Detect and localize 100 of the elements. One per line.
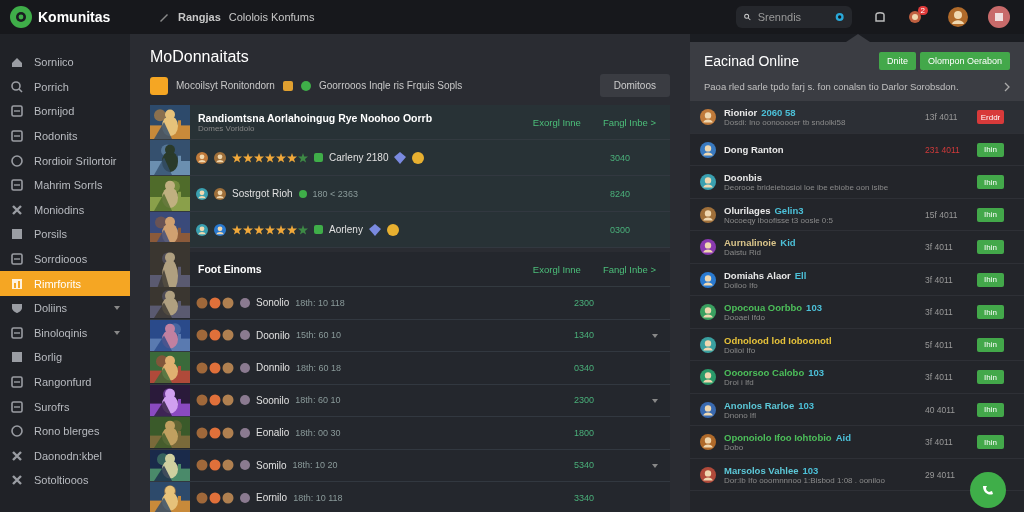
player-name: Domiahs Alaor	[724, 269, 791, 281]
row-detail: 18th: 10 118	[293, 492, 343, 503]
sidebar-item[interactable]: Binoloqinis	[0, 320, 130, 346]
square-icon	[10, 350, 24, 365]
search-icon	[744, 12, 751, 22]
shield-icon	[10, 301, 24, 316]
search-field[interactable]: Srenndis	[736, 6, 852, 28]
time-label: 3f 4011	[925, 274, 954, 285]
avatar-icon	[700, 141, 716, 158]
avatar-icon	[196, 223, 208, 236]
row-value: 0340	[574, 362, 596, 373]
sidebar-item[interactable]: Rordioir Srilortoir	[0, 148, 130, 173]
player-status: Dor:Ib Ifo ooomnnnoo 1:Bisbod 1:08 . ooniloo	[724, 475, 886, 485]
avatar-icon	[948, 7, 968, 27]
row-detail: 18th: 10 20	[292, 460, 338, 471]
avatar-icon	[214, 187, 226, 200]
player-tag: Aid	[835, 432, 851, 444]
search-icon	[10, 79, 24, 94]
row-value: 1800	[574, 427, 596, 438]
sidebar-item[interactable]: Bornijod	[0, 99, 130, 124]
avatar-icon	[700, 271, 716, 288]
player-status: Dolioi Ifo	[724, 345, 757, 355]
emblem-icon	[240, 460, 250, 471]
breadcrumb-item[interactable]: Cololois Konfums	[228, 11, 315, 23]
section-title: Randiomtsna Aorlahoingug Rye Noohoo Oorrb	[198, 111, 434, 124]
time-label: 3f 4011	[925, 242, 954, 253]
chevron-icon[interactable]	[1004, 81, 1010, 92]
sidebar-item[interactable]: Doliins	[0, 295, 130, 321]
breadcrumb-item[interactable]: Rangjas	[178, 11, 221, 23]
sidebar-item[interactable]: Porsils	[0, 222, 130, 247]
sidebar-item[interactable]: Moniodins	[0, 197, 130, 223]
player-status: Deorooe brideiebosioi loe ibe ebiobe oon isibe	[724, 183, 890, 193]
notification-icon[interactable]	[908, 10, 922, 24]
player-tag: 103	[808, 367, 825, 379]
avatar-icon	[700, 336, 716, 353]
caret-icon[interactable]	[652, 398, 658, 403]
time-label: 3f 4011	[925, 437, 954, 448]
call-button[interactable]	[970, 472, 1006, 508]
row-value: 2300	[574, 297, 596, 308]
row-detail: 18th: 60 10	[295, 395, 341, 406]
section-link[interactable]: Fangl Inbe >	[602, 116, 656, 128]
player-status: Doiloo Ifo	[724, 280, 759, 290]
sidebar-item[interactable]: Rangonfurd	[0, 369, 130, 395]
avatar-icon	[700, 206, 716, 223]
player-name: Rionior	[724, 107, 758, 119]
avatar-stack-icon	[196, 426, 234, 439]
player-tag: 103	[802, 464, 819, 476]
row-detail: 18th: 00 30	[295, 427, 341, 438]
row-value: 0300	[610, 224, 632, 235]
player-name: Oooorsoo Calobo	[724, 367, 805, 379]
player-name: Anonlos Rarloe	[724, 399, 795, 411]
sidebar-item[interactable]: Rono blerges	[0, 418, 130, 444]
player-name: Oponoiolo Ifoo Iohtobio	[724, 432, 832, 444]
time-label: 15f 4011	[925, 209, 959, 220]
avatar-icon	[700, 304, 716, 321]
circle-icon	[10, 153, 24, 168]
app-name: Komunitas	[38, 9, 111, 25]
player-tag: 103	[806, 302, 822, 314]
row-value: 8240	[610, 188, 632, 199]
medal-icon	[412, 151, 425, 164]
avatar-stack-icon	[196, 491, 234, 504]
time-label: 231 4011	[925, 144, 961, 155]
emblem-icon	[240, 395, 250, 406]
player-name: Opocoua Oorbbo	[724, 302, 803, 314]
sidebar-item[interactable]: Porrich	[0, 74, 130, 100]
section-link[interactable]: Exorgl Inne	[532, 116, 581, 128]
ring-icon	[10, 424, 24, 439]
popup-description: Paoa rled sarle tpdo farj s. fon conalsn tio Darlor Sorobsdon.	[704, 80, 960, 94]
remove-button[interactable]: Erddr	[977, 110, 1004, 125]
caret-icon[interactable]	[652, 333, 658, 338]
sidebar-item[interactable]: Borlig	[0, 345, 130, 370]
bell-icon[interactable]	[874, 10, 886, 24]
avatar-icon	[700, 109, 716, 126]
emblem-icon	[240, 297, 250, 308]
action-button[interactable]: Domitoos	[599, 74, 670, 97]
section-link[interactable]: Exorgl Inne	[532, 263, 581, 275]
caret-icon[interactable]	[652, 463, 658, 468]
sidebar-item[interactable]: Sotoltiooos	[0, 468, 130, 493]
chat-bubble-icon[interactable]	[834, 10, 844, 24]
profile-avatar-icon[interactable]	[988, 6, 1010, 28]
search-input[interactable]: Srenndis	[755, 10, 830, 24]
sidebar-item[interactable]: Daonodn:kbel	[0, 443, 130, 469]
row-value: 2300	[574, 395, 596, 406]
section-title: Foot Einoms	[198, 263, 263, 275]
gem-icon	[394, 151, 407, 164]
sidebar-item[interactable]: Mahrim Sorrls	[0, 172, 130, 198]
medal-icon	[386, 223, 399, 236]
time-label: 40 4011	[925, 404, 957, 415]
avatar-stack-icon	[196, 394, 234, 407]
player-status: Dosdi: Ino oonooooer tb sndolki58	[724, 118, 847, 128]
section-link[interactable]: Fangl Inbe >	[602, 263, 656, 275]
emblem-icon	[240, 362, 250, 373]
sidebar-item[interactable]: Sorniico	[0, 50, 130, 75]
gem-icon	[368, 223, 381, 236]
sidebar-item[interactable]: Rodonits	[0, 123, 130, 149]
pencil-icon[interactable]	[158, 11, 170, 23]
avatar-stack-icon	[196, 329, 234, 342]
sidebar-item[interactable]: Sorrdiooos	[0, 246, 130, 272]
sidebar-item[interactable]: Surofrs	[0, 394, 130, 419]
player-tag: 103	[798, 399, 815, 411]
